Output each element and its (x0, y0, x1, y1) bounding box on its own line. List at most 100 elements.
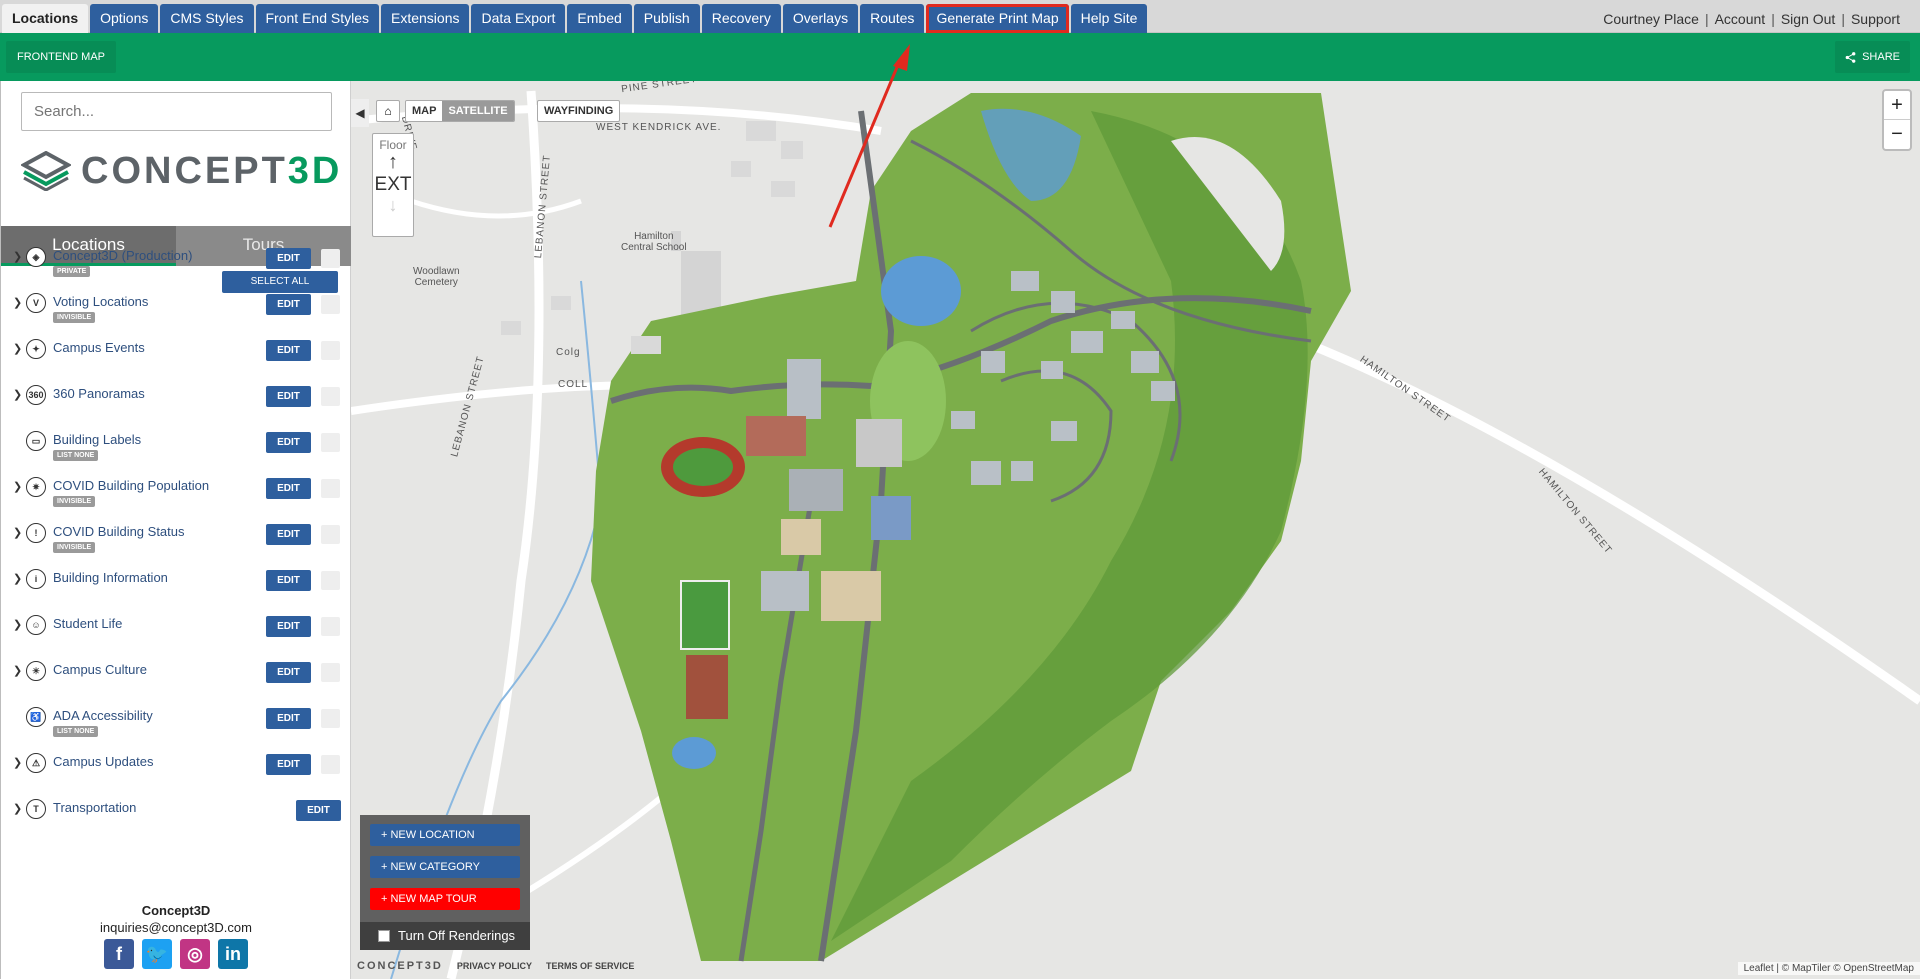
category-row[interactable]: ❯ T Transportation EDIT (1, 796, 351, 836)
chevron-right-icon[interactable]: ❯ (13, 526, 22, 539)
chevron-right-icon[interactable]: ❯ (13, 250, 22, 263)
zoom-out-button[interactable]: − (1884, 120, 1910, 149)
edit-button[interactable]: EDIT (266, 386, 311, 407)
category-row[interactable]: ❯ ◈ Concept3D (Production) PRIVATE EDIT (1, 244, 351, 284)
category-row[interactable]: ❯ ⚠ Campus Updates EDIT (1, 750, 351, 790)
category-visibility-checkbox[interactable] (321, 249, 340, 268)
chevron-right-icon[interactable]: ❯ (13, 756, 22, 769)
category-name[interactable]: Campus Events (53, 340, 145, 355)
nav-tab-help-site[interactable]: Help Site (1070, 4, 1148, 33)
edit-button[interactable]: EDIT (266, 524, 311, 545)
category-row[interactable]: ❯ ☀ Campus Culture EDIT (1, 658, 351, 698)
wayfinding-button[interactable]: WAYFINDING (537, 100, 621, 122)
map-view-button[interactable]: MAP (406, 101, 443, 121)
category-name[interactable]: ADA Accessibility (53, 708, 153, 723)
map-canvas[interactable] (351, 81, 1920, 979)
instagram-icon[interactable]: ◎ (180, 939, 210, 969)
nav-tab-routes[interactable]: Routes (860, 4, 925, 33)
category-visibility-checkbox[interactable] (321, 663, 340, 682)
edit-button[interactable]: EDIT (296, 800, 341, 821)
category-row[interactable]: ❯! COVID Building Status INVISIBLE EDIT (1, 520, 351, 560)
new-category-button[interactable]: + NEW CATEGORY (370, 856, 520, 878)
turn-off-renderings-toggle[interactable]: Turn Off Renderings (360, 922, 530, 950)
facebook-icon[interactable]: f (104, 939, 134, 969)
edit-button[interactable]: EDIT (266, 570, 311, 591)
nav-tab-cms-styles[interactable]: CMS Styles (160, 4, 254, 33)
twitter-icon[interactable]: 🐦 (142, 939, 172, 969)
chevron-right-icon[interactable]: ❯ (13, 388, 22, 401)
nav-tab-extensions[interactable]: Extensions (381, 4, 470, 33)
chevron-right-icon[interactable]: ❯ (13, 342, 22, 355)
chevron-right-icon[interactable]: ❯ (13, 802, 22, 815)
edit-button[interactable]: EDIT (266, 340, 311, 361)
sign-out-link[interactable]: Sign Out (1781, 0, 1835, 33)
nav-tab-front-end-styles[interactable]: Front End Styles (255, 4, 379, 33)
category-row[interactable]: ❯ ✦ Campus Events EDIT (1, 336, 351, 376)
edit-button[interactable]: EDIT (266, 708, 311, 729)
category-row[interactable]: ❯ i Building Information EDIT (1, 566, 351, 606)
category-row[interactable]: ❯ ✷ COVID Building Population INVISIBLE EDIT (1, 474, 351, 514)
category-visibility-checkbox[interactable] (321, 433, 340, 452)
nav-tab-publish[interactable]: Publish (633, 4, 700, 33)
share-button[interactable]: SHARE (1835, 41, 1910, 73)
contact-email[interactable]: inquiries@concept3D.com (1, 920, 351, 935)
category-row[interactable]: ♿ ADA Accessibility LIST NONE EDIT (1, 704, 351, 744)
search-input[interactable] (21, 92, 332, 131)
satellite-view-button[interactable]: SATELLITE (442, 101, 514, 121)
category-row[interactable]: ▭ Building Labels LIST NONE EDIT (1, 428, 351, 468)
edit-button[interactable]: EDIT (266, 248, 311, 269)
category-visibility-checkbox[interactable] (321, 617, 340, 636)
chevron-right-icon[interactable]: ❯ (13, 618, 22, 631)
category-visibility-checkbox[interactable] (321, 387, 340, 406)
renderings-checkbox[interactable] (378, 930, 390, 942)
category-name[interactable]: COVID Building Status (53, 524, 185, 539)
edit-button[interactable]: EDIT (266, 432, 311, 453)
category-name[interactable]: COVID Building Population (53, 478, 209, 493)
category-row[interactable]: ❯ ☺ Student Life EDIT (1, 612, 351, 652)
zoom-in-button[interactable]: + (1884, 91, 1910, 120)
category-visibility-checkbox[interactable] (321, 709, 340, 728)
category-name[interactable]: Voting Locations (53, 294, 148, 309)
category-visibility-checkbox[interactable] (321, 341, 340, 360)
edit-button[interactable]: EDIT (266, 616, 311, 637)
edit-button[interactable]: EDIT (266, 294, 311, 315)
frontend-map-button[interactable]: FRONTEND MAP (6, 41, 116, 73)
new-map-tour-button[interactable]: + NEW MAP TOUR (370, 888, 520, 910)
campus-map[interactable]: PINE STREET WEST KENDRICK AVE. LEBANON S… (351, 81, 1920, 979)
category-row[interactable]: ❯ 360 360 Panoramas EDIT (1, 382, 351, 422)
new-location-button[interactable]: + NEW LOCATION (370, 824, 520, 846)
category-name[interactable]: Building Labels (53, 432, 141, 447)
support-link[interactable]: Support (1851, 0, 1900, 33)
category-name[interactable]: Concept3D (Production) (53, 248, 192, 263)
category-visibility-checkbox[interactable] (321, 295, 340, 314)
category-row[interactable]: ❯ V Voting Locations INVISIBLE EDIT (1, 290, 351, 330)
nav-tab-embed[interactable]: Embed (567, 4, 632, 33)
category-name[interactable]: Student Life (53, 616, 122, 631)
account-link[interactable]: Account (1715, 0, 1766, 33)
category-visibility-checkbox[interactable] (321, 525, 340, 544)
floor-up-icon[interactable]: ↑ (373, 152, 413, 172)
linkedin-icon[interactable]: in (218, 939, 248, 969)
home-button[interactable]: ⌂ (376, 100, 400, 122)
user-name-link[interactable]: Courtney Place (1603, 0, 1699, 33)
edit-button[interactable]: EDIT (266, 478, 311, 499)
collapse-sidebar-button[interactable]: ◀ (351, 99, 369, 127)
chevron-right-icon[interactable]: ❯ (13, 664, 22, 677)
privacy-policy-link[interactable]: PRIVACY POLICY (457, 961, 532, 971)
category-visibility-checkbox[interactable] (321, 571, 340, 590)
nav-tab-generate-print-map[interactable]: Generate Print Map (926, 4, 1069, 33)
category-name[interactable]: 360 Panoramas (53, 386, 145, 401)
category-visibility-checkbox[interactable] (321, 755, 340, 774)
category-name[interactable]: Campus Culture (53, 662, 147, 677)
nav-tab-recovery[interactable]: Recovery (701, 4, 781, 33)
category-name[interactable]: Transportation (53, 800, 136, 815)
nav-tab-overlays[interactable]: Overlays (782, 4, 859, 33)
chevron-right-icon[interactable]: ❯ (13, 480, 22, 493)
category-name[interactable]: Building Information (53, 570, 168, 585)
terms-of-service-link[interactable]: TERMS OF SERVICE (546, 961, 634, 971)
category-name[interactable]: Campus Updates (53, 754, 153, 769)
nav-tab-data-export[interactable]: Data Export (471, 4, 566, 33)
category-visibility-checkbox[interactable] (321, 479, 340, 498)
chevron-right-icon[interactable]: ❯ (13, 296, 22, 309)
edit-button[interactable]: EDIT (266, 754, 311, 775)
